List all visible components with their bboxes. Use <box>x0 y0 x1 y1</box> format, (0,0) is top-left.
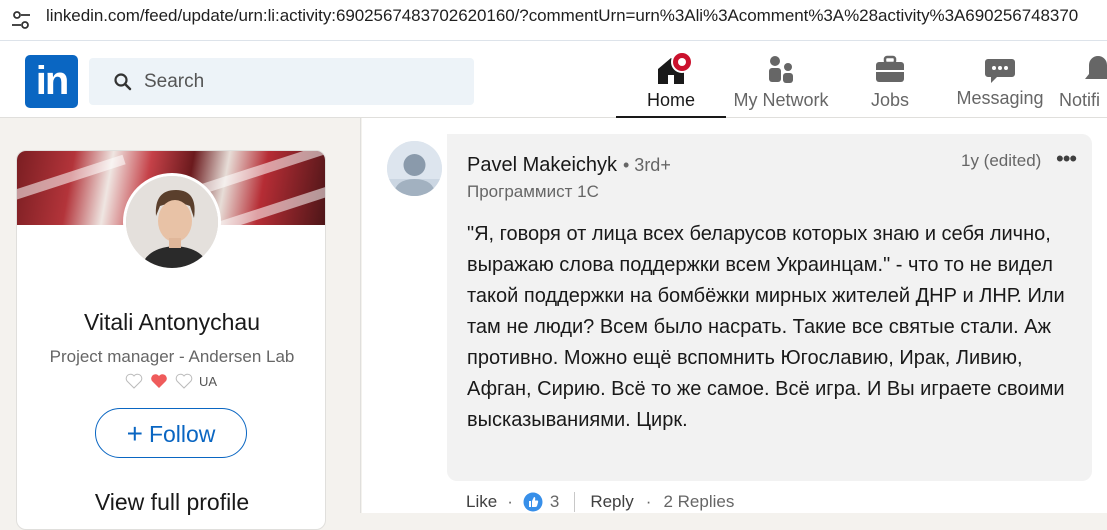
linkedin-logo[interactable]: in <box>25 55 78 108</box>
plus-icon: + <box>126 418 143 449</box>
nav-messaging-label: Messaging <box>956 88 1044 108</box>
white-heart-icon <box>175 373 193 392</box>
site-settings-icon[interactable] <box>10 9 32 31</box>
replies-link[interactable]: 2 Replies <box>663 492 734 512</box>
commenter-avatar[interactable] <box>387 141 442 196</box>
white-heart-icon <box>125 373 143 392</box>
nav-notifications[interactable]: Notifi <box>1056 51 1107 117</box>
nav-messaging[interactable]: Messaging <box>954 51 1046 117</box>
url-text[interactable]: linkedin.com/feed/update/urn:li:activity… <box>46 6 1078 26</box>
like-button[interactable]: Like <box>466 492 497 512</box>
like-reaction-icon[interactable] <box>523 492 543 512</box>
nav-home-label: Home <box>646 90 695 110</box>
follow-label: Follow <box>148 421 216 447</box>
reply-button[interactable]: Reply <box>590 492 633 512</box>
comment-bubble: Pavel Makeichyk • 3rd+ Программист 1С 1y… <box>447 134 1092 481</box>
follow-button[interactable]: + Follow <box>95 408 247 458</box>
flag-text: UA <box>199 374 218 389</box>
search-box[interactable] <box>89 58 474 105</box>
more-options-icon[interactable]: ••• <box>1056 146 1077 172</box>
profile-card: Vitali Antonychau Project manager - Ande… <box>16 150 326 530</box>
comment-area: Pavel Makeichyk • 3rd+ Программист 1С 1y… <box>362 118 1107 513</box>
briefcase-icon <box>876 55 904 82</box>
view-full-profile-link[interactable]: View full profile <box>17 489 325 516</box>
profile-avatar[interactable] <box>123 173 221 271</box>
separator-dot: · <box>507 492 513 511</box>
comment-actions: Like · 3 Reply · 2 Replies <box>466 490 734 514</box>
nav-jobs-label: Jobs <box>870 90 910 110</box>
bell-icon <box>1085 56 1107 79</box>
separator-dot: · <box>645 492 652 511</box>
commenter-name[interactable]: Pavel Makeichyk <box>467 154 617 177</box>
search-input[interactable] <box>144 68 444 96</box>
notification-badge <box>671 51 693 73</box>
comment-text: "Я, говоря от лица всех беларусов которы… <box>467 223 1065 431</box>
top-nav: in Home My Network Jobs <box>0 40 1107 118</box>
nav-my-network[interactable]: My Network <box>728 51 834 117</box>
like-count[interactable]: 3 <box>550 492 559 512</box>
red-heart-icon <box>150 373 168 392</box>
left-column: Vitali Antonychau Project manager - Ande… <box>0 118 361 530</box>
nav-jobs[interactable]: Jobs <box>850 51 930 117</box>
nav-my-network-label: My Network <box>733 90 829 110</box>
profile-headline: Project manager - Andersen Lab <box>49 347 295 366</box>
network-icon <box>769 56 793 83</box>
browser-url-bar[interactable]: linkedin.com/feed/update/urn:li:activity… <box>0 0 1107 40</box>
profile-name[interactable]: Vitali Antonychau <box>17 309 325 336</box>
profile-emoji-row: UA <box>125 373 245 393</box>
search-icon <box>114 73 132 91</box>
nav-notifications-label: Notifi <box>1059 90 1101 110</box>
messaging-icon <box>985 59 1015 83</box>
divider <box>574 492 576 512</box>
comment-timestamp: 1y (edited) <box>961 151 1042 170</box>
commenter-headline: Программист 1С <box>467 182 599 201</box>
connection-degree: • 3rd+ <box>623 155 671 175</box>
nav-home[interactable]: Home <box>616 51 726 118</box>
